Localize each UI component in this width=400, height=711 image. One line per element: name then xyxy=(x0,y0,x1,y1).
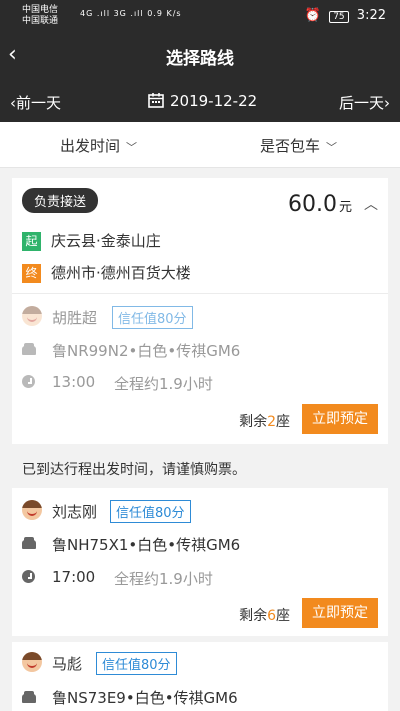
alarm-icon: ⏰ xyxy=(304,8,322,23)
start-badge: 起 xyxy=(22,232,41,251)
book-button[interactable]: 立即预定 xyxy=(302,404,378,434)
chevron-down-icon: ﹀ xyxy=(326,141,338,154)
carrier-info: 中国电信 中国联通 xyxy=(22,5,58,27)
price-value: 60.0 xyxy=(288,192,337,217)
car-icon xyxy=(22,691,36,703)
next-day-button[interactable]: 后一天› xyxy=(339,92,390,113)
start-location: 庆云县·金泰山庄 xyxy=(51,232,161,250)
driver-name: 马彪 xyxy=(52,655,83,673)
departure-time-label: 出发时间 xyxy=(60,137,121,155)
calendar-icon xyxy=(148,93,164,108)
battery-level: 75 xyxy=(329,11,349,23)
trust-badge: 信任值80分 xyxy=(110,500,191,523)
clock-icon xyxy=(22,375,35,388)
notice-text: 已到达行程出发时间，请谨慎购票。 xyxy=(22,462,246,478)
chevron-right-icon: › xyxy=(384,94,390,112)
driver-avatar-icon xyxy=(22,652,42,672)
header: ‹ 选择路线 ‹前一天 2019-12-22 后一天› xyxy=(0,32,400,122)
route-end: 终德州市·德州百货大楼 xyxy=(22,262,191,283)
next-day-label: 后一天 xyxy=(338,94,384,112)
book-button[interactable]: 立即预定 xyxy=(302,598,378,628)
date-picker[interactable]: 2019-12-22 xyxy=(148,92,257,110)
end-badge: 终 xyxy=(22,264,41,283)
driver-name: 刘志刚 xyxy=(52,503,98,521)
network-speed: 0.9 K/s xyxy=(147,9,182,18)
driver-avatar-icon xyxy=(22,500,42,520)
carrier-1: 中国电信 xyxy=(22,5,59,15)
page-title: 选择路线 xyxy=(166,49,234,69)
date-value: 2019-12-22 xyxy=(170,92,258,110)
chevron-down-icon: ﹀ xyxy=(126,141,138,154)
trust-badge: 信任值80分 xyxy=(112,306,193,329)
trust-badge: 信任值80分 xyxy=(96,652,177,675)
car-info: 鲁NR99N2•白色•传祺GM6 xyxy=(52,342,241,360)
car-info: 鲁NH75X1•白色•传祺GM6 xyxy=(52,536,241,554)
depart-time: 13:00 xyxy=(52,373,96,391)
depart-time: 17:00 xyxy=(52,568,96,586)
trip-card-3[interactable]: 马彪 信任值80分 鲁NS73E9•白色•传祺GM6 xyxy=(12,642,388,711)
duration: 全程约1.9小时 xyxy=(114,375,213,393)
filter-bar: 出发时间 ﹀ 是否包车 ﹀ xyxy=(0,122,400,168)
charter-label: 是否包车 xyxy=(260,137,321,155)
price: 60.0 元 xyxy=(288,192,352,217)
prev-day-label: 前一天 xyxy=(16,94,62,112)
status-bar: 中国电信 中国联通 4G .ıll 3G .ıll 0.9 K/s ⏰ 75 3… xyxy=(0,0,400,32)
car-icon xyxy=(22,343,36,355)
car-icon xyxy=(22,537,36,549)
divider xyxy=(12,293,388,294)
end-location: 德州市·德州百货大楼 xyxy=(51,264,191,282)
trip-card-2[interactable]: 刘志刚 信任值80分 鲁NH75X1•白色•传祺GM6 17:00 全程约1.9… xyxy=(12,488,388,636)
trip-card-1[interactable]: 负责接送 60.0 元 ︿ 起庆云县·金泰山庄 终德州市·德州百货大楼 胡胜超 信… xyxy=(12,178,388,444)
driver-name: 胡胜超 xyxy=(52,309,98,327)
car-info: 鲁NS73E9•白色•传祺GM6 xyxy=(52,689,238,707)
carrier-2: 中国联通 xyxy=(22,16,59,26)
chevron-up-icon[interactable]: ︿ xyxy=(364,194,378,214)
seats-remaining: 剩余6座 xyxy=(239,608,290,624)
prev-day-button[interactable]: ‹前一天 xyxy=(10,92,61,113)
duration: 全程约1.9小时 xyxy=(114,570,213,588)
departure-time-filter[interactable]: 出发时间 ﹀ xyxy=(60,135,137,156)
driver-avatar-icon xyxy=(22,306,42,326)
clock-icon xyxy=(22,570,35,583)
clock-time: 3:22 xyxy=(356,8,386,23)
price-unit: 元 xyxy=(338,200,352,215)
signal-icon: 4G .ıll 3G .ıll xyxy=(80,9,144,18)
seats-remaining: 剩余2座 xyxy=(239,414,290,430)
charter-filter[interactable]: 是否包车 ﹀ xyxy=(260,135,337,156)
pickup-tag: 负责接送 xyxy=(22,188,99,213)
route-start: 起庆云县·金泰山庄 xyxy=(22,230,161,251)
